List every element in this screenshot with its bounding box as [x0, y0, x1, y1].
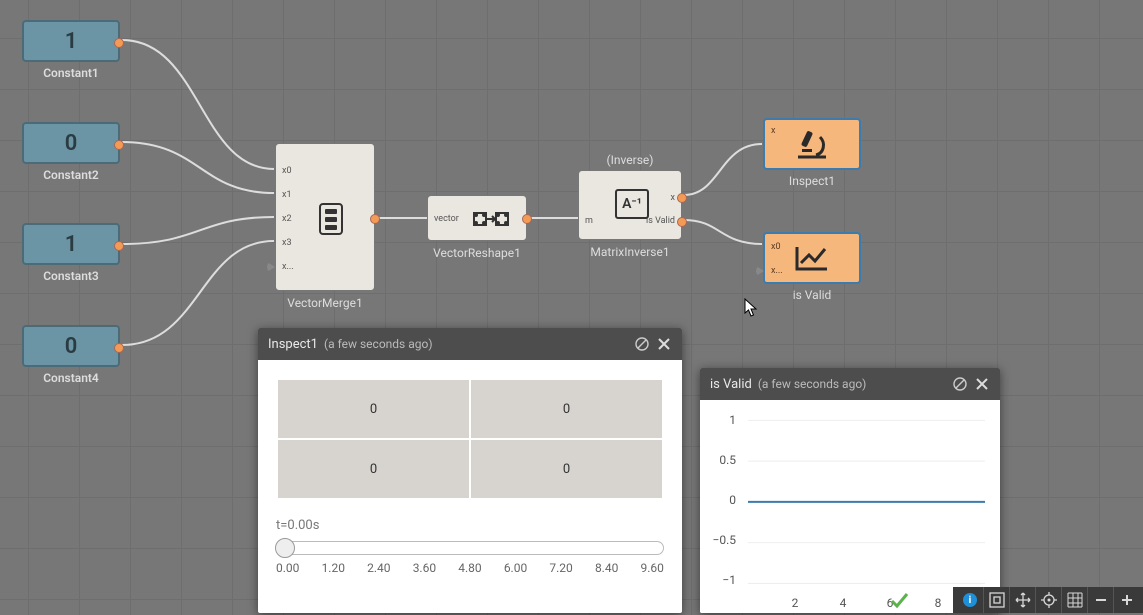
- constant3-label: Constant3: [43, 269, 99, 283]
- vector-merge-node[interactable]: VectorMerge1 x0 x1 x2 x3 x...: [275, 143, 375, 291]
- inspect1-node[interactable]: x Inspect1: [763, 118, 861, 170]
- slider-ticks: 0.00 1.20 2.40 3.60 4.80 6.00 7.20 8.40 …: [276, 561, 664, 575]
- inspect1-panel-title: Inspect1: [268, 337, 318, 352]
- vm-port-x2: x2: [282, 214, 292, 224]
- constant4-node[interactable]: 0 Constant4: [22, 325, 120, 367]
- time-slider[interactable]: [276, 541, 664, 555]
- constant3-node[interactable]: 1 Constant3: [22, 223, 120, 265]
- constant2-label: Constant2: [43, 168, 99, 182]
- grid-button[interactable]: [1061, 587, 1087, 613]
- zoom-in-button[interactable]: [1113, 587, 1139, 613]
- constant2-node[interactable]: 0 Constant2: [22, 122, 120, 164]
- info-button[interactable]: i: [957, 587, 983, 613]
- constant2-out-port[interactable]: [114, 140, 124, 150]
- slider-time-label: t=0.00s: [276, 518, 664, 533]
- vm-port-x0: x0: [282, 166, 292, 176]
- inspect1-panel[interactable]: Inspect1 (a few seconds ago) 0 0 0 0 t=0…: [258, 328, 682, 613]
- constant2-value: 0: [65, 131, 78, 156]
- matrix-cell-0-0: 0: [278, 380, 469, 438]
- bottom-toolbar: i: [953, 587, 1143, 613]
- inspect1-port-x: x: [771, 126, 775, 136]
- mouse-cursor-icon: [744, 298, 758, 318]
- vector-reshape-label: VectorReshape1: [433, 246, 521, 260]
- matrix-cell-1-1: 0: [471, 440, 662, 498]
- inverse-icon: A⁻¹: [615, 189, 649, 219]
- inspect1-matrix: 0 0 0 0: [258, 360, 682, 518]
- isvalid-port-x0: x0: [771, 242, 781, 252]
- constant4-label: Constant4: [43, 371, 99, 385]
- isvalid-label: is Valid: [793, 288, 832, 302]
- constant1-node[interactable]: 1 Constant1: [22, 20, 120, 62]
- time-slider-thumb[interactable]: [275, 538, 295, 558]
- target-button[interactable]: [1035, 587, 1061, 613]
- pan-button[interactable]: [1009, 587, 1035, 613]
- vm-port-x3: x3: [282, 238, 292, 248]
- constant3-out-port[interactable]: [114, 241, 124, 251]
- constant1-value: 1: [65, 29, 78, 54]
- vr-port-in: vector: [434, 214, 459, 224]
- isvalid-panel-ago: (a few seconds ago): [758, 377, 867, 391]
- microscope-icon: [792, 127, 832, 161]
- matrix-inverse-label: MatrixInverse1: [590, 245, 669, 259]
- mi-port-valid: is Valid: [646, 216, 675, 226]
- isvalid-panel-header[interactable]: is Valid (a few seconds ago): [700, 368, 1000, 400]
- inspect1-label: Inspect1: [789, 174, 835, 188]
- close-icon[interactable]: [974, 376, 990, 392]
- vm-port-xmore: x...: [282, 262, 294, 272]
- isvalid-panel[interactable]: is Valid (a few seconds ago) 1 0.5 0 −0.…: [700, 368, 1000, 613]
- constant3-value: 1: [65, 232, 78, 257]
- vector-reshape-node[interactable]: VectorReshape1 vector: [427, 195, 527, 241]
- matrix-cell-0-1: 0: [471, 380, 662, 438]
- matrix-cell-1-0: 0: [278, 440, 469, 498]
- vm-port-x1: x1: [282, 190, 292, 200]
- isvalid-plot[interactable]: 1 0.5 0 −0.5 −1 2 4 6 8 10: [700, 400, 1000, 613]
- constant1-out-port[interactable]: [114, 38, 124, 48]
- inspect1-panel-header[interactable]: Inspect1 (a few seconds ago): [258, 328, 682, 360]
- mi-out-x-port[interactable]: [677, 193, 687, 203]
- mi-out-valid-port[interactable]: [677, 217, 687, 227]
- inspect1-panel-ago: (a few seconds ago): [324, 337, 433, 351]
- isvalid-node[interactable]: x0 x... is Valid: [763, 232, 861, 284]
- constant4-value: 0: [65, 334, 78, 359]
- vm-out-port[interactable]: [370, 214, 380, 224]
- nope-icon[interactable]: [634, 336, 650, 352]
- nope-icon[interactable]: [952, 376, 968, 392]
- isvalid-extra-in-port[interactable]: [756, 266, 764, 276]
- vm-extra-in-port[interactable]: [267, 262, 275, 272]
- reshape-icon: [472, 207, 510, 231]
- close-icon[interactable]: [656, 336, 672, 352]
- constant1-label: Constant1: [43, 66, 99, 80]
- line-chart-icon: [793, 243, 831, 273]
- vector-merge-label: VectorMerge1: [287, 296, 362, 310]
- fit-button[interactable]: [983, 587, 1009, 613]
- stack-icon: [318, 202, 344, 236]
- matrix-inverse-node[interactable]: (Inverse) MatrixInverse1 m x is Valid A⁻…: [578, 170, 682, 240]
- isvalid-port-xmore: x...: [771, 266, 783, 276]
- vr-out-port[interactable]: [522, 214, 532, 224]
- matrix-inverse-superlabel: (Inverse): [607, 153, 654, 167]
- mi-port-x: x: [671, 193, 675, 203]
- zoom-out-button[interactable]: [1087, 587, 1113, 613]
- isvalid-panel-title: is Valid: [710, 377, 752, 392]
- mi-port-m: m: [585, 216, 593, 226]
- constant4-out-port[interactable]: [114, 343, 124, 353]
